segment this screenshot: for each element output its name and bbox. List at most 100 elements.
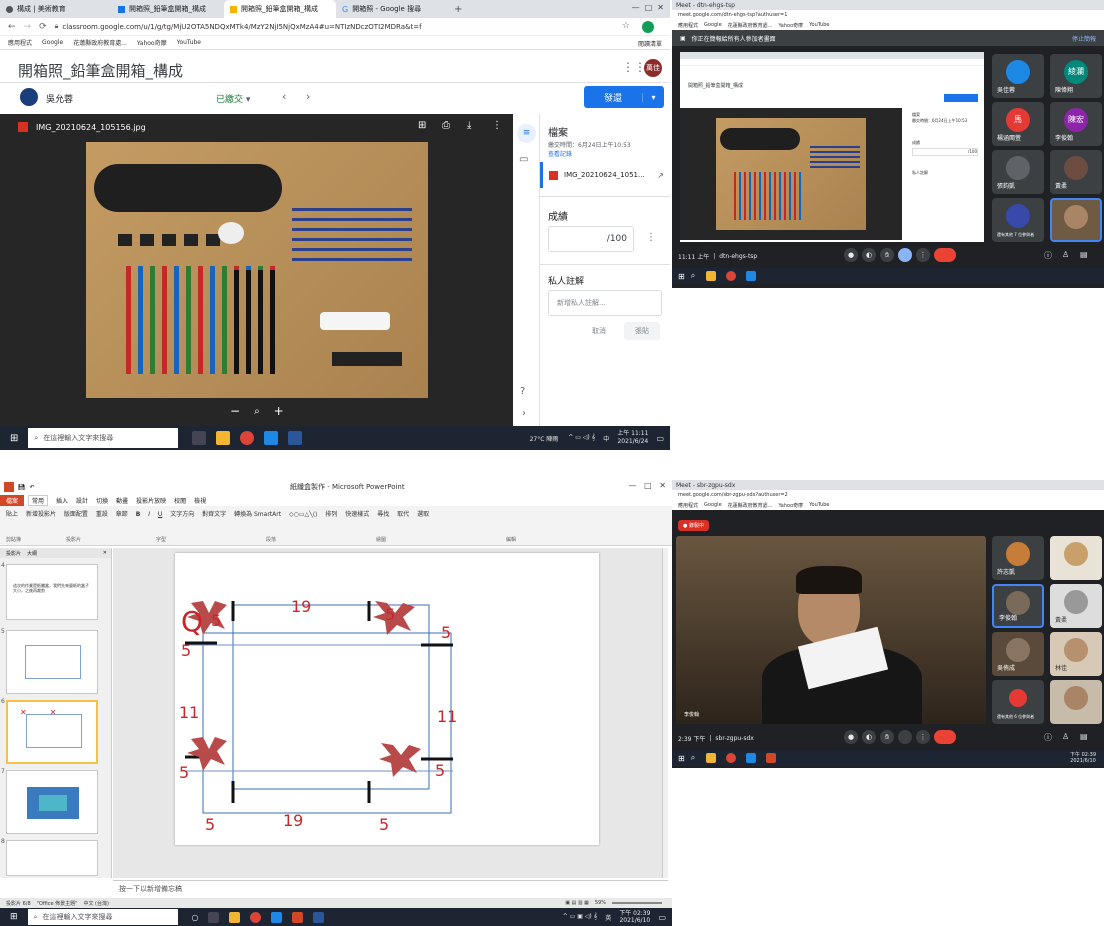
browser-tab[interactable]: G 開箱照 - Google 搜尋 (336, 0, 448, 18)
self-view-tile[interactable] (1050, 680, 1102, 724)
star-icon[interactable]: ☆ (622, 21, 630, 31)
tray-icons[interactable]: ^ ▭ ▣ ◁) 𝄞 (563, 913, 598, 921)
windows-start-icon[interactable]: ⊞ (10, 912, 18, 922)
slide-thumbnail-4[interactable]: 這次的作業是紙纖盒，我們先來量紙的盒子大小，之後再裁剪 (6, 564, 98, 620)
next-student-icon[interactable]: › (306, 90, 310, 103)
back-arrow-icon[interactable]: ← (8, 22, 16, 32)
more-options-button[interactable]: ⋮ (916, 730, 930, 744)
chrome-icon[interactable] (240, 431, 255, 445)
window-controls[interactable]: — □ ✕ (632, 3, 664, 12)
raise-hand-button[interactable]: ✋︎ (880, 730, 894, 744)
bookmark-edu[interactable]: 花蓮縣政府教育處... (728, 22, 773, 29)
notification-icon[interactable]: ▭ (658, 913, 666, 922)
grade-more-icon[interactable]: ⋮ (646, 232, 656, 243)
task-view-icon[interactable] (192, 431, 207, 445)
mail-icon[interactable] (746, 753, 757, 763)
align-text-button[interactable]: 對齊文字 (202, 509, 226, 518)
notification-icon[interactable]: ▭ (656, 434, 664, 443)
browser-tab[interactable]: 開箱照_鉛筆盒開箱_構成 (112, 0, 224, 18)
zoom-slider[interactable] (612, 902, 662, 904)
reading-list[interactable]: 閱讀清單 (638, 39, 662, 48)
ribbon-tab-file[interactable]: 檔案 (0, 494, 25, 506)
ribbon-tab-slideshow[interactable]: 投影片放映 (136, 496, 166, 505)
browser-tab[interactable]: Meet - sbr-zgpu-sdx (676, 482, 735, 489)
zoom-out-button[interactable]: − (230, 404, 240, 418)
paste-button[interactable]: 貼上 (6, 509, 18, 518)
ribbon-tab-insert[interactable]: 插入 (56, 496, 68, 505)
comments-tab-icon[interactable]: ▭ (519, 154, 528, 165)
meeting-details-icon[interactable]: ⓘ (1044, 732, 1052, 743)
stop-presenting-button[interactable]: 停止簡報 (1072, 34, 1096, 43)
browser-tab[interactable]: Meet - dtn-ehgs-tsp (676, 2, 735, 9)
profile-avatar[interactable] (642, 21, 654, 33)
more-options-button[interactable]: ⋮ (916, 248, 930, 262)
meeting-details-icon[interactable]: ⓘ (1044, 250, 1052, 261)
bookmark-apps[interactable]: 應用程式 (8, 38, 32, 47)
weather[interactable]: 27°C 陣雨 (530, 434, 559, 443)
smartart-button[interactable]: 轉換為 SmartArt (234, 509, 281, 518)
camera-button[interactable]: ◐ (862, 730, 876, 744)
reload-icon[interactable]: ⟳ (39, 22, 47, 32)
arrange-button[interactable]: 排列 (325, 509, 337, 518)
underline-button[interactable]: U (158, 511, 162, 518)
word-icon[interactable] (312, 911, 324, 923)
bookmark-yahoo[interactable]: Yahoo奇摩 (778, 502, 803, 509)
bookmark-yahoo[interactable]: Yahoo奇摩 (137, 38, 167, 47)
italic-button[interactable]: I (148, 511, 150, 518)
select-button[interactable]: 選取 (417, 509, 429, 518)
replace-button[interactable]: 取代 (397, 509, 409, 518)
bookmark-youtube[interactable]: YouTube (809, 502, 829, 508)
help-icon[interactable]: ? (520, 386, 525, 397)
zoom-in-button[interactable]: + (274, 404, 284, 418)
slide-thumbnail-7[interactable] (6, 770, 98, 834)
save-icon[interactable]: 💾︎ (18, 484, 26, 491)
ribbon-tab-home[interactable]: 常用 (28, 494, 49, 506)
vertical-scrollbar[interactable] (662, 548, 668, 878)
files-tab-icon[interactable]: ≡ (517, 124, 536, 143)
browser-tab-active[interactable]: 開箱照_鉛筆盒開箱_構成 (224, 0, 336, 18)
prev-student-icon[interactable]: ‹ (282, 90, 286, 103)
open-external-icon[interactable]: ↗ (657, 171, 664, 180)
powerpoint-taskbar-icon[interactable] (766, 753, 777, 763)
people-icon[interactable]: ♙ (1062, 250, 1069, 259)
history-link[interactable]: 查看記錄 (548, 149, 572, 158)
chrome-icon[interactable] (726, 753, 737, 763)
find-button[interactable]: 尋找 (377, 509, 389, 518)
open-new-window-icon[interactable]: ⊞ (418, 120, 426, 131)
taskbar-search[interactable]: ⌕ 在這裡輸入文字來搜尋 (27, 909, 178, 925)
participant-tile[interactable]: 陳宏 李俊翰 (1050, 102, 1102, 146)
leave-call-button[interactable] (934, 248, 956, 262)
chrome-icon[interactable] (726, 271, 737, 281)
people-icon[interactable]: ♙ (1062, 732, 1069, 741)
slide-thumbnail-5[interactable] (6, 630, 98, 694)
bookmark-google[interactable]: Google (42, 39, 63, 46)
windows-start-icon[interactable]: ⊞ (678, 272, 685, 281)
chat-icon[interactable]: ▤ (1080, 250, 1088, 259)
view-buttons[interactable]: ▣ ▤ ▥ ▦ (565, 900, 589, 906)
ribbon-tab-animations[interactable]: 動畫 (116, 496, 128, 505)
layout-button[interactable]: 版面配置 (64, 509, 88, 518)
download-icon[interactable]: ⤓ (467, 120, 471, 131)
ribbon-tab-transitions[interactable]: 切換 (96, 496, 108, 505)
participant-tile[interactable]: 黃柔 (1050, 150, 1102, 194)
mic-button[interactable]: ● (844, 730, 858, 744)
quick-styles-button[interactable]: 快速樣式 (345, 509, 369, 518)
ime-indicator[interactable]: 英 (605, 913, 611, 922)
participant-tile[interactable]: 黃柔 (1050, 584, 1102, 628)
powerpoint-taskbar-icon[interactable] (291, 911, 303, 923)
participant-tile[interactable]: 張鈞凱 (992, 150, 1044, 194)
slide-thumbnail-8[interactable] (6, 840, 98, 876)
bookmark-youtube[interactable]: YouTube (177, 39, 201, 46)
more-participants-tile[interactable]: 還有其他 7 位參與者 (992, 198, 1044, 242)
participant-tile[interactable]: 林佳 (1050, 632, 1102, 676)
ribbon-tab-view[interactable]: 檢視 (194, 496, 206, 505)
browser-tab[interactable]: 構成 | 美術教育 (0, 0, 112, 18)
bookmark-edu[interactable]: 花蓮縣政府教育處... (728, 502, 773, 509)
text-direction-button[interactable]: 文字方向 (170, 509, 194, 518)
participant-tile[interactable] (1050, 536, 1102, 580)
clock[interactable]: 下午 02:39 2021/6/10 (619, 910, 650, 924)
more-vert-icon[interactable]: ⋮ (492, 120, 502, 131)
url-text[interactable]: meet.google.com/sbr-zgpu-sdx?authuser=2 (678, 492, 788, 498)
collapse-icon[interactable]: › (522, 408, 526, 419)
camera-button[interactable]: ◐ (862, 248, 876, 262)
